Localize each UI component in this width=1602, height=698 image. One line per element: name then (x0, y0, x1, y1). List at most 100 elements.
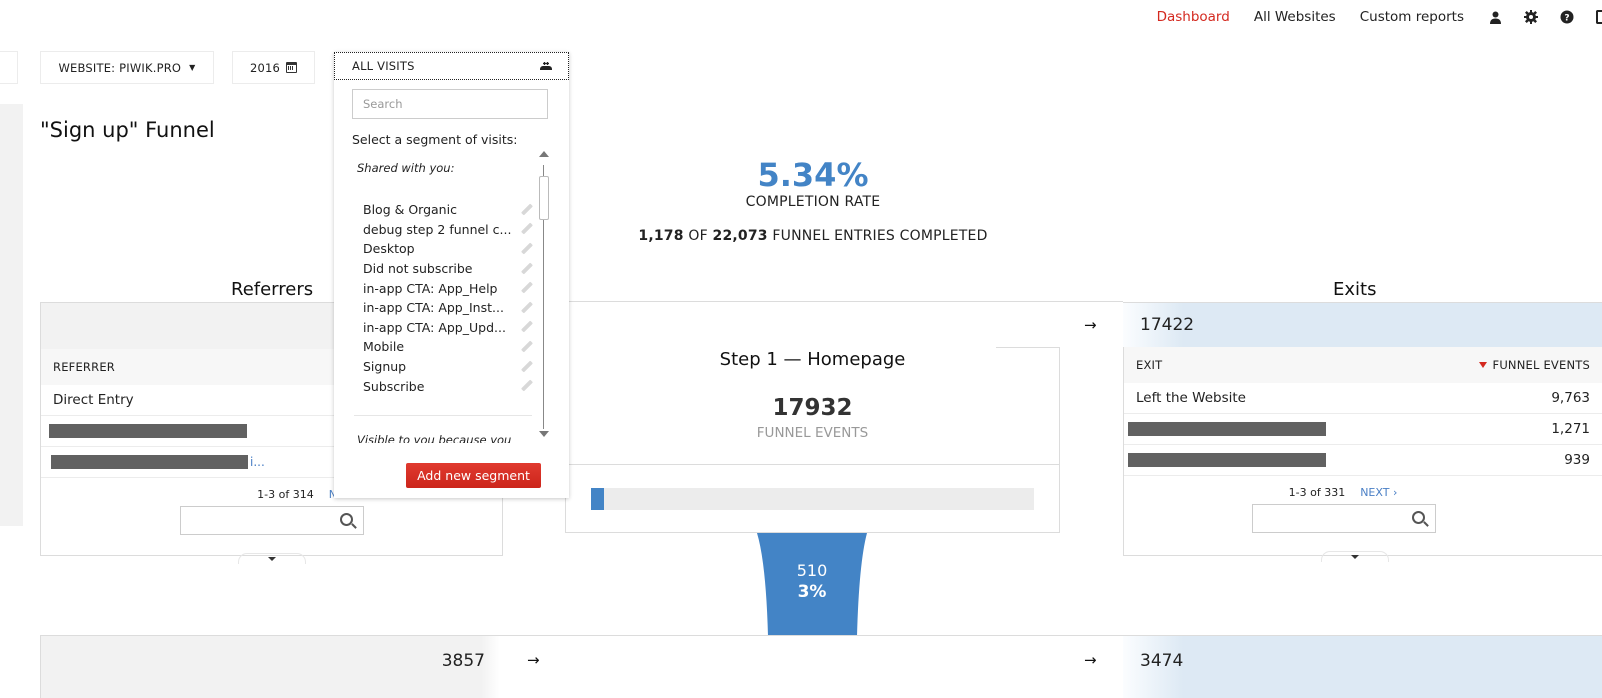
exit-column: EXIT (1136, 358, 1163, 372)
edit-pencil-icon[interactable] (520, 263, 532, 275)
referrers-title: Referrers (231, 279, 314, 300)
expand-toggle[interactable] (1321, 551, 1389, 562)
edit-pencil-icon[interactable] (520, 321, 532, 333)
date-selector-label: 2016 (249, 60, 281, 75)
segment-item[interactable]: debug step 2 funnel c... (352, 220, 536, 240)
search-icon (1412, 511, 1425, 524)
edit-pencil-icon[interactable] (520, 243, 532, 255)
nav-custom-reports[interactable]: Custom reports (1360, 9, 1464, 25)
funnel-events-column[interactable]: FUNNEL EVENTS (1478, 358, 1591, 372)
completion-rate-label: COMPLETION RATE (745, 194, 881, 210)
redacted-text (1128, 453, 1326, 467)
step-progress-fill (591, 488, 605, 510)
search-icon (339, 513, 353, 526)
exit-value: 9,763 (1551, 390, 1590, 406)
segment-item-label: in-app CTA: App_Help (363, 280, 498, 296)
funnel-events-column-label: FUNNEL EVENTS (1492, 358, 1590, 372)
segment-item-label: debug step 2 funnel c... (363, 221, 512, 237)
next-step-exits-band: 3474 (1123, 636, 1602, 698)
next-step-exits-count: 3474 (1140, 651, 1184, 671)
segment-list: Shared with you: Blog & Organic debug st… (352, 153, 536, 443)
help-icon[interactable]: ? (1560, 10, 1574, 24)
segment-dropdown: ALL VISITS Select a segment of visits: S… (334, 52, 569, 498)
redacted-text (1128, 422, 1326, 436)
segment-item[interactable]: Desktop (352, 239, 536, 259)
exits-band: 17422 (1123, 302, 1602, 348)
funnel-transition: 510 3% (762, 561, 862, 603)
transition-percent: 3% (797, 582, 827, 602)
segment-list-scrollbar[interactable] (537, 151, 551, 441)
edit-pencil-icon[interactable] (520, 380, 532, 392)
nav-all-websites[interactable]: All Websites (1254, 9, 1336, 25)
card-edge (996, 347, 1060, 348)
pager-range: 1-3 of 331 (1288, 485, 1346, 499)
exits-panel: EXIT FUNNEL EVENTS Left the Website 9,76… (1123, 347, 1602, 562)
transition-count: 510 (796, 561, 828, 580)
date-selector[interactable]: 2016 (232, 51, 315, 84)
calendar-icon (286, 62, 298, 73)
more-icon[interactable] (1596, 10, 1602, 24)
scroll-up-icon[interactable] (539, 151, 549, 157)
top-nav: Dashboard All Websites Custom reports ? (1157, 6, 1602, 28)
edit-pencil-icon[interactable] (520, 223, 532, 235)
svg-text:?: ? (1564, 14, 1569, 24)
completion-rate: 5.34% (757, 156, 869, 194)
segment-selector[interactable]: ALL VISITS (334, 52, 569, 80)
arrow-icon: → (1084, 651, 1097, 669)
next-page-link[interactable]: NEXT › (1360, 486, 1397, 499)
segment-item[interactable]: Blog & Organic (352, 200, 536, 220)
segment-search-input[interactable] (352, 89, 548, 119)
segment-items: Blog & Organic debug step 2 funnel c... … (352, 200, 536, 396)
segment-item-label: Desktop (363, 241, 415, 257)
exits-table-header: EXIT FUNNEL EVENTS (1124, 347, 1602, 383)
exit-label: Left the Website (1136, 390, 1246, 406)
referrers-search-input[interactable] (179, 506, 364, 535)
website-selector[interactable]: WEBSITE: PIWIK.PRO ▼ (40, 51, 214, 84)
entries-count: 22,073 (712, 228, 768, 244)
website-selector-label: WEBSITE: PIWIK.PRO (58, 60, 182, 75)
segment-item[interactable]: in-app CTA: App_Help (352, 278, 536, 298)
referrer-link-tail[interactable]: i... (250, 455, 265, 469)
next-step-referrers-count: 3857 (441, 651, 485, 671)
segment-item[interactable]: in-app CTA: App_Inst... (352, 298, 536, 318)
segment-item-label: in-app CTA: App_Inst... (363, 300, 504, 316)
edit-pencil-icon[interactable] (520, 361, 532, 373)
segment-item[interactable]: Mobile (352, 337, 536, 357)
edit-pencil-icon[interactable] (520, 204, 532, 216)
table-row[interactable]: Left the Website 9,763 (1124, 383, 1602, 414)
step-title: Step 1 — Homepage (719, 349, 906, 370)
redacted-text (49, 424, 247, 438)
edit-pencil-icon[interactable] (520, 341, 532, 353)
exits-search-input[interactable] (1252, 504, 1436, 533)
gear-icon[interactable] (1524, 10, 1538, 24)
segment-item[interactable]: in-app CTA: App_Upd... (352, 318, 536, 338)
step-progress-bar (591, 488, 1034, 510)
sort-desc-icon (1478, 362, 1487, 368)
segment-selector-label: ALL VISITS (352, 59, 415, 73)
segment-item[interactable]: Signup (352, 357, 536, 377)
exits-pager: 1-3 of 331 NEXT › (1124, 476, 1602, 504)
edit-pencil-icon[interactable] (520, 302, 532, 314)
scroll-thumb[interactable] (539, 176, 549, 220)
divider (503, 301, 1123, 302)
segment-prompt: Select a segment of visits: (352, 132, 518, 147)
edit-pencil-icon[interactable] (520, 282, 532, 294)
divider (565, 464, 1060, 465)
segment-item-label: Blog & Organic (363, 202, 457, 218)
add-new-segment-button[interactable]: Add new segment (406, 463, 541, 488)
caret-down-icon: ▼ (189, 63, 196, 72)
nav-dashboard[interactable]: Dashboard (1157, 9, 1230, 25)
of-word: OF (688, 228, 708, 244)
segment-item-label: Subscribe (363, 378, 425, 394)
segment-item[interactable]: Subscribe (352, 376, 536, 396)
next-step-referrers-band: 3857 (40, 636, 500, 698)
table-row[interactable]: 939 (1124, 445, 1602, 476)
step-count: 17932 (772, 395, 853, 421)
menu-toggle[interactable] (0, 51, 18, 84)
expand-toggle[interactable] (237, 553, 306, 564)
user-icon[interactable] (1488, 10, 1502, 24)
table-row[interactable]: 1,271 (1124, 414, 1602, 445)
step-count-label: FUNNEL EVENTS (756, 425, 869, 441)
segment-item[interactable]: Did not subscribe (352, 259, 536, 279)
scroll-down-icon[interactable] (539, 431, 549, 437)
